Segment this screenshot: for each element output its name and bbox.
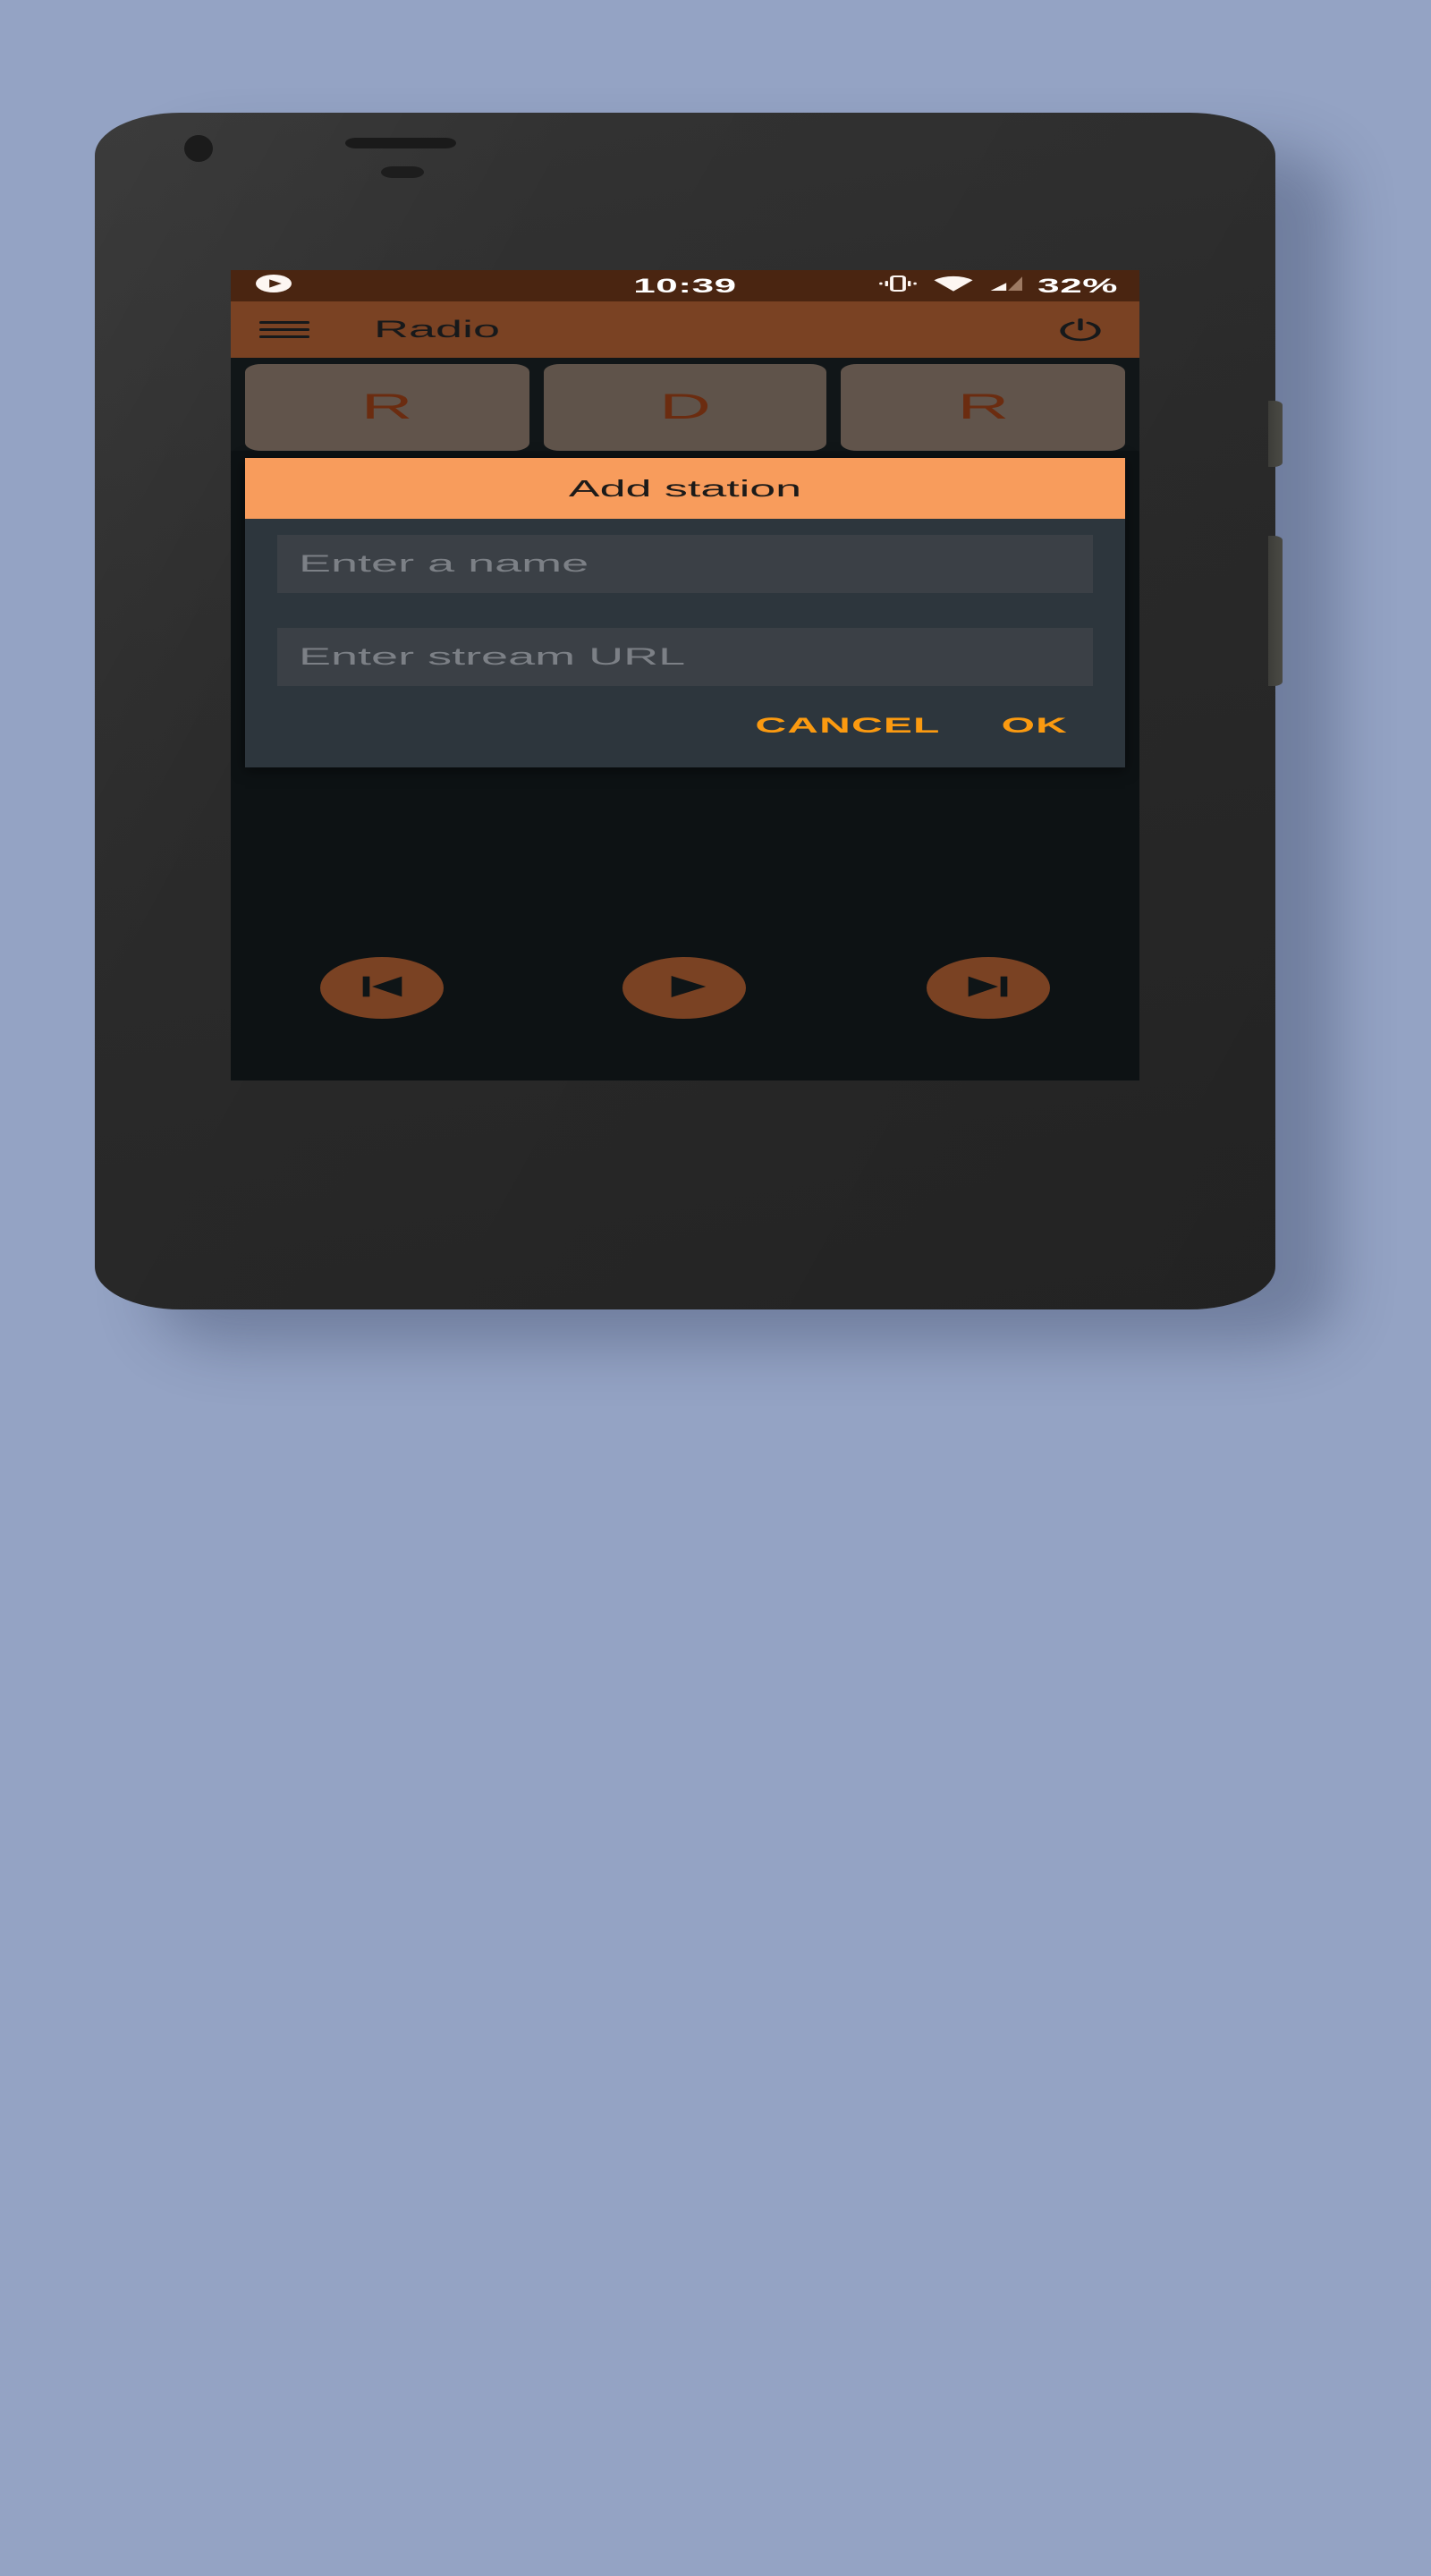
vibrate-icon — [876, 274, 919, 299]
station-name-input[interactable]: Enter a name — [277, 535, 1093, 593]
app-bar: Radio — [231, 301, 1139, 358]
skip-next-button[interactable] — [926, 957, 1050, 1019]
stream-url-placeholder: Enter stream URL — [299, 643, 686, 670]
hardware-volume-button[interactable] — [1268, 536, 1283, 686]
cellular-signal-icon — [987, 275, 1025, 298]
proximity-sensor — [381, 166, 424, 178]
station-tile[interactable]: R — [245, 364, 529, 451]
phone-mockup: 10:39 32% Radio R D R Add station Enter … — [95, 113, 1283, 1309]
dialog-title: Add station — [245, 458, 1125, 519]
play-circle-icon — [252, 273, 295, 300]
front-camera-icon — [184, 135, 213, 162]
phone-screen: 10:39 32% Radio R D R Add station Enter … — [231, 270, 1139, 1080]
station-letter: R — [360, 387, 413, 427]
station-grid: R D R — [231, 358, 1139, 451]
dialog-actions: CANCEL OK — [277, 710, 1093, 755]
station-letter: D — [659, 387, 711, 427]
station-name-placeholder: Enter a name — [299, 550, 589, 577]
stream-url-input[interactable]: Enter stream URL — [277, 628, 1093, 686]
skip-previous-button[interactable] — [320, 957, 445, 1019]
skip-next-icon — [953, 969, 1024, 1007]
play-icon — [649, 969, 721, 1007]
status-bar-notifications — [252, 273, 295, 300]
battery-percentage: 32% — [1037, 274, 1118, 297]
player-controls — [231, 915, 1139, 1080]
station-letter: R — [957, 387, 1010, 427]
hamburger-menu-icon[interactable] — [259, 320, 309, 339]
wifi-icon — [932, 275, 975, 298]
play-button[interactable] — [622, 957, 747, 1019]
page-title: Radio — [374, 316, 501, 343]
add-station-dialog: Add station Enter a name Enter stream UR… — [245, 458, 1125, 767]
ok-button[interactable]: OK — [1002, 714, 1068, 739]
status-bar: 10:39 32% — [231, 270, 1139, 301]
skip-previous-icon — [346, 969, 418, 1007]
hardware-power-button[interactable] — [1268, 401, 1283, 467]
status-bar-icons: 32% — [876, 274, 1118, 299]
station-tile[interactable]: R — [841, 364, 1126, 451]
power-icon[interactable] — [1050, 315, 1111, 345]
dialog-body: Enter a name Enter stream URL CANCEL OK — [245, 519, 1125, 767]
station-tile[interactable]: D — [543, 364, 827, 451]
earpiece-speaker — [345, 138, 456, 148]
cancel-button[interactable]: CANCEL — [755, 714, 940, 739]
